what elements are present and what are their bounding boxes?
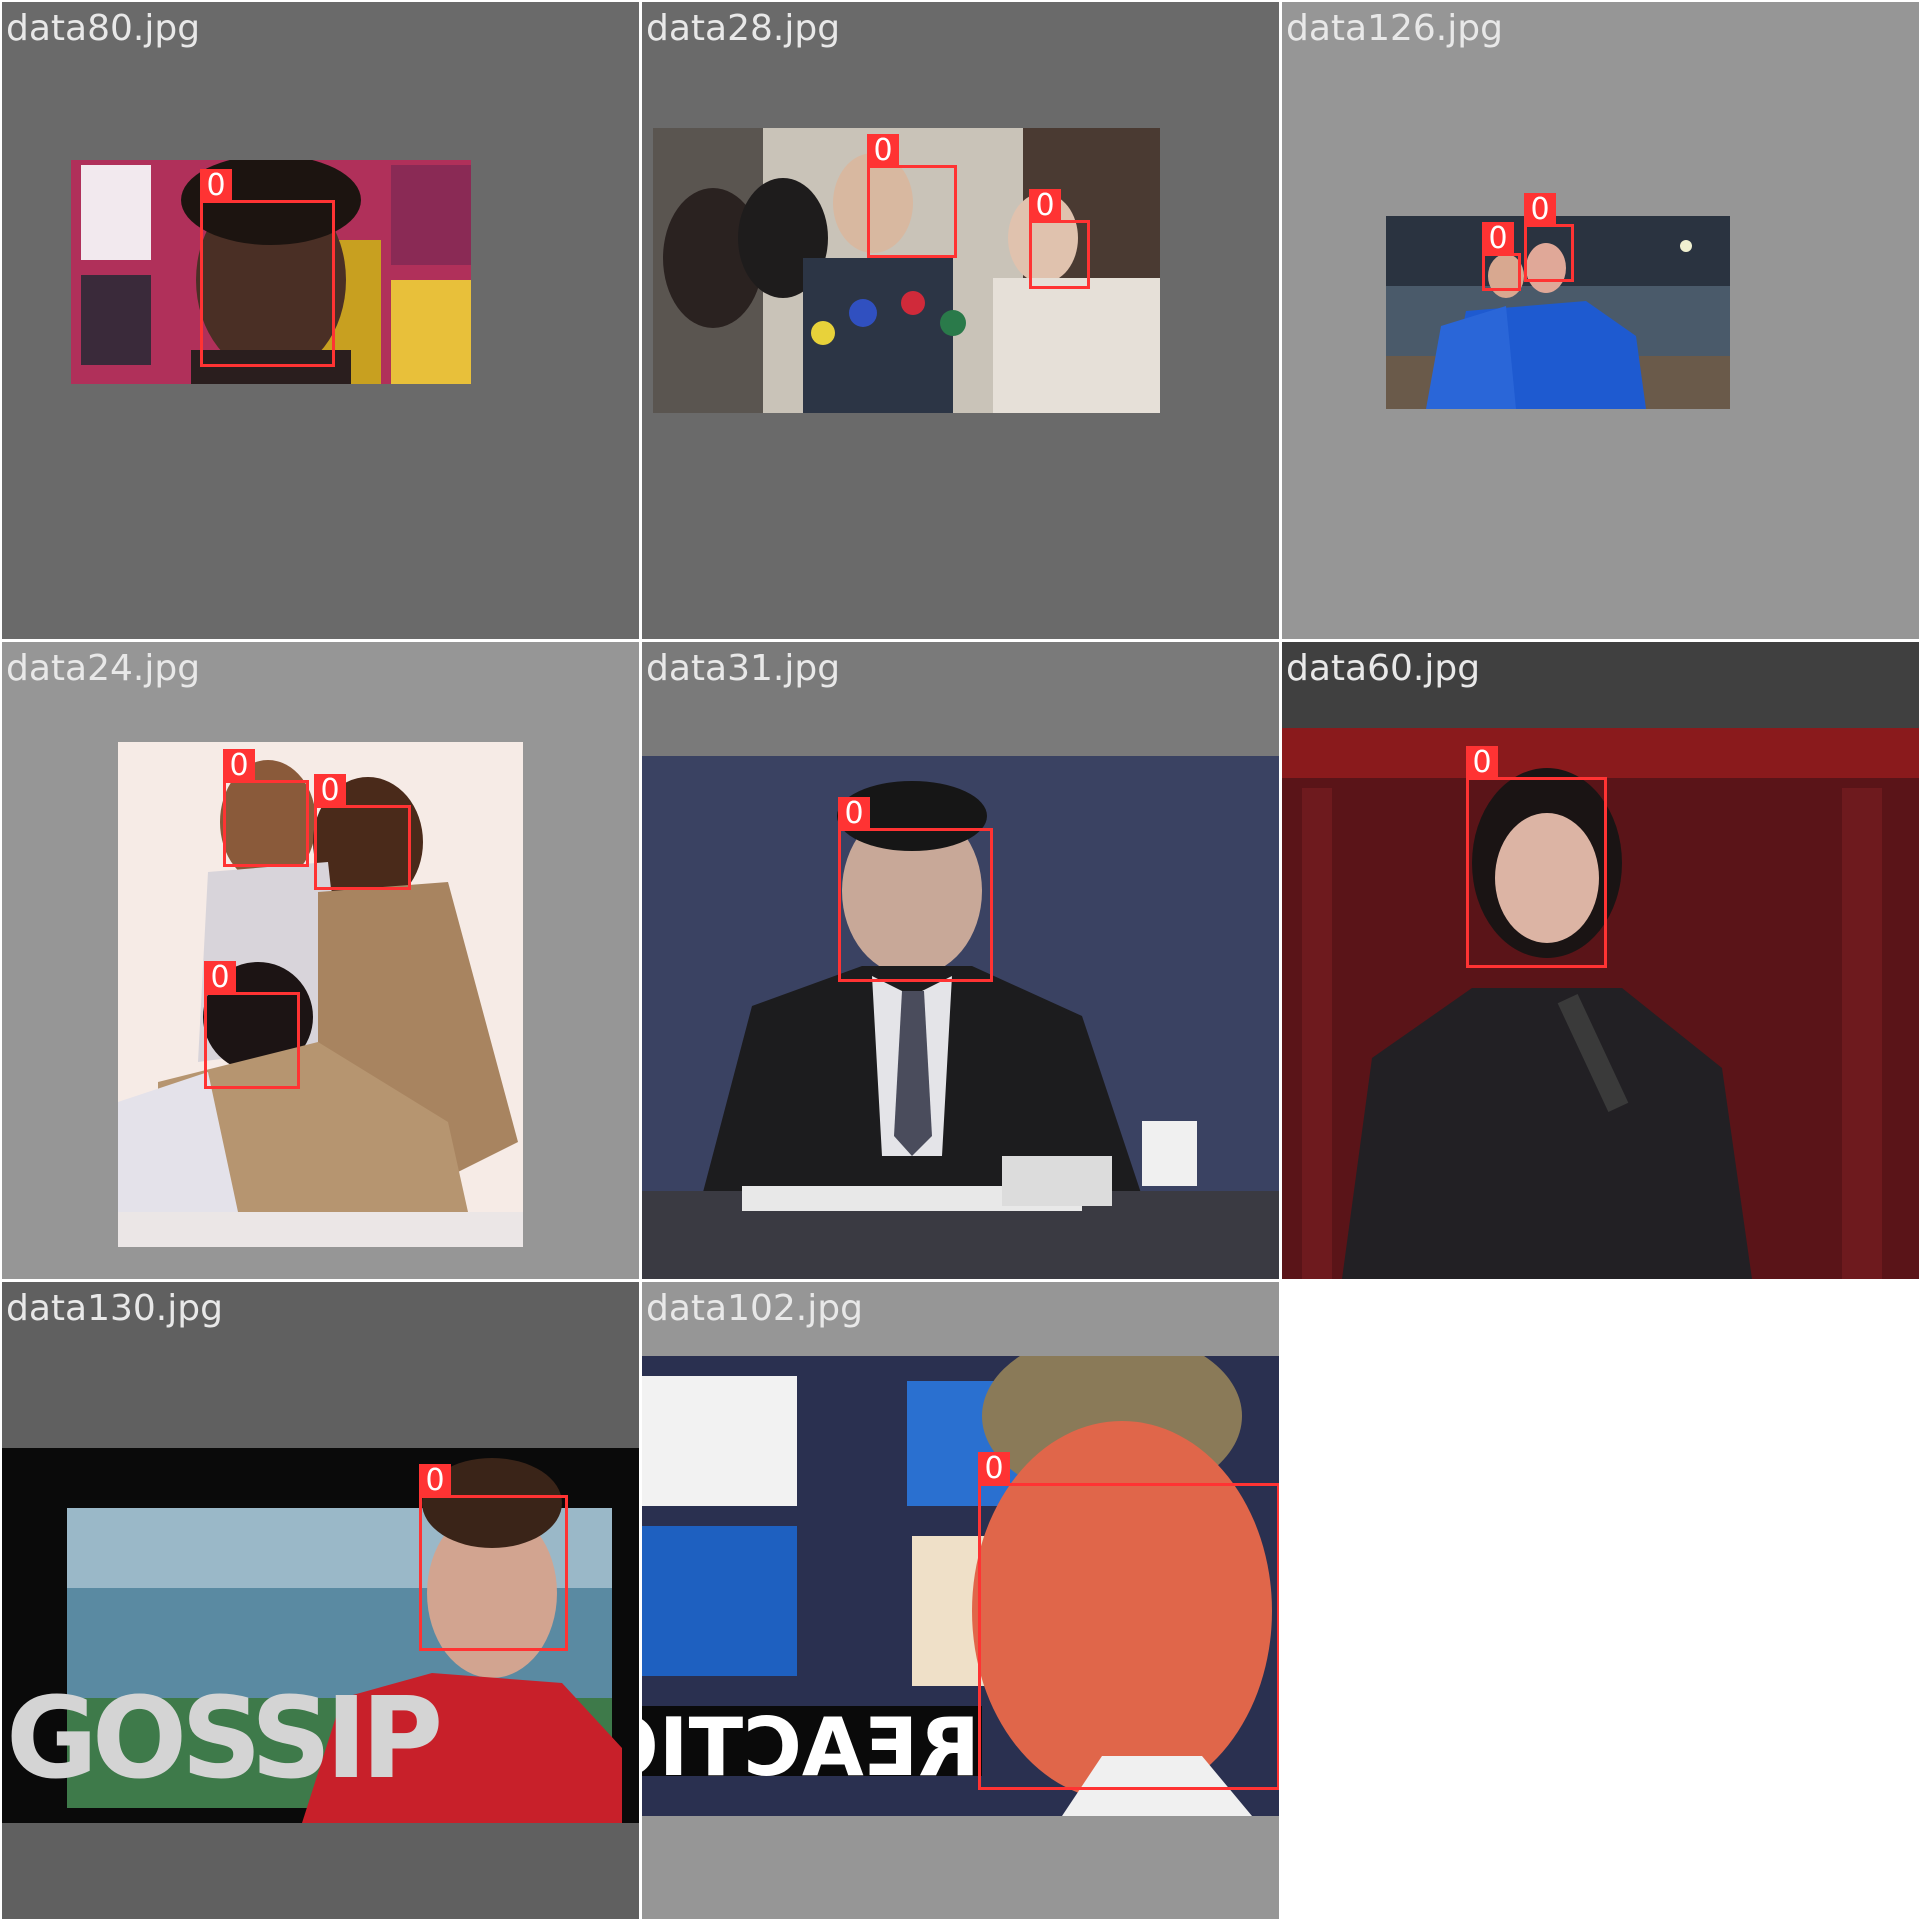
tile-filename: data130.jpg xyxy=(6,1288,223,1329)
tile-filename: data31.jpg xyxy=(646,648,841,689)
box-class-label: 0 xyxy=(1482,222,1514,256)
image-mosaic: data80.jpg 0 data28.jpg 0 0 data126.jpg … xyxy=(0,0,1920,1920)
tile-data130: data130.jpg GOSSIP 0 xyxy=(2,1282,639,1919)
face-bounding-box: 0 xyxy=(838,797,993,982)
tile-data80: data80.jpg 0 xyxy=(2,2,639,639)
box-class-label: 0 xyxy=(419,1464,451,1498)
box-class-label: 0 xyxy=(838,797,870,831)
face-bounding-box: 0 xyxy=(204,961,300,1089)
box-class-label: 0 xyxy=(978,1452,1010,1486)
tile-data24: data24.jpg 0 0 0 xyxy=(2,642,639,1279)
tile-data28: data28.jpg 0 0 xyxy=(642,2,1279,639)
box-class-label: 0 xyxy=(1524,193,1556,227)
tile-filename: data102.jpg xyxy=(646,1288,863,1329)
box-class-label: 0 xyxy=(314,774,346,808)
box-class-label: 0 xyxy=(204,961,236,995)
tile-filename: data60.jpg xyxy=(1286,648,1481,689)
tile-filename: data80.jpg xyxy=(6,8,201,49)
face-bounding-box: 0 xyxy=(223,749,309,867)
overlay-reaction-text: REACTION xyxy=(642,1701,980,1794)
tile-filename: data28.jpg xyxy=(646,8,841,49)
face-bounding-box: 0 xyxy=(1524,193,1574,282)
box-class-label: 0 xyxy=(200,169,232,203)
tile-data31: data31.jpg 0 xyxy=(642,642,1279,1279)
overlay-gossip-text: GOSSIP xyxy=(6,1674,443,1804)
box-class-label: 0 xyxy=(1466,746,1498,780)
tile-data102: data102.jpg REACTION 0 xyxy=(642,1282,1279,1919)
box-class-label: 0 xyxy=(223,749,255,783)
face-bounding-box: 0 xyxy=(1466,746,1607,968)
box-class-label: 0 xyxy=(1029,189,1061,223)
face-bounding-box: 0 xyxy=(200,169,335,367)
tile-filename: data24.jpg xyxy=(6,648,201,689)
face-bounding-box: 0 xyxy=(1482,222,1521,291)
tile-filename: data126.jpg xyxy=(1286,8,1503,49)
tile-data126: data126.jpg 0 0 xyxy=(1282,2,1919,639)
face-bounding-box: 0 xyxy=(314,774,411,890)
face-bounding-box: 0 xyxy=(419,1464,568,1651)
face-bounding-box: 0 xyxy=(978,1452,1279,1790)
face-bounding-box: 0 xyxy=(867,134,957,258)
face-bounding-box: 0 xyxy=(1029,189,1090,289)
box-class-label: 0 xyxy=(867,134,899,168)
tile-data60: data60.jpg 0 xyxy=(1282,642,1919,1279)
